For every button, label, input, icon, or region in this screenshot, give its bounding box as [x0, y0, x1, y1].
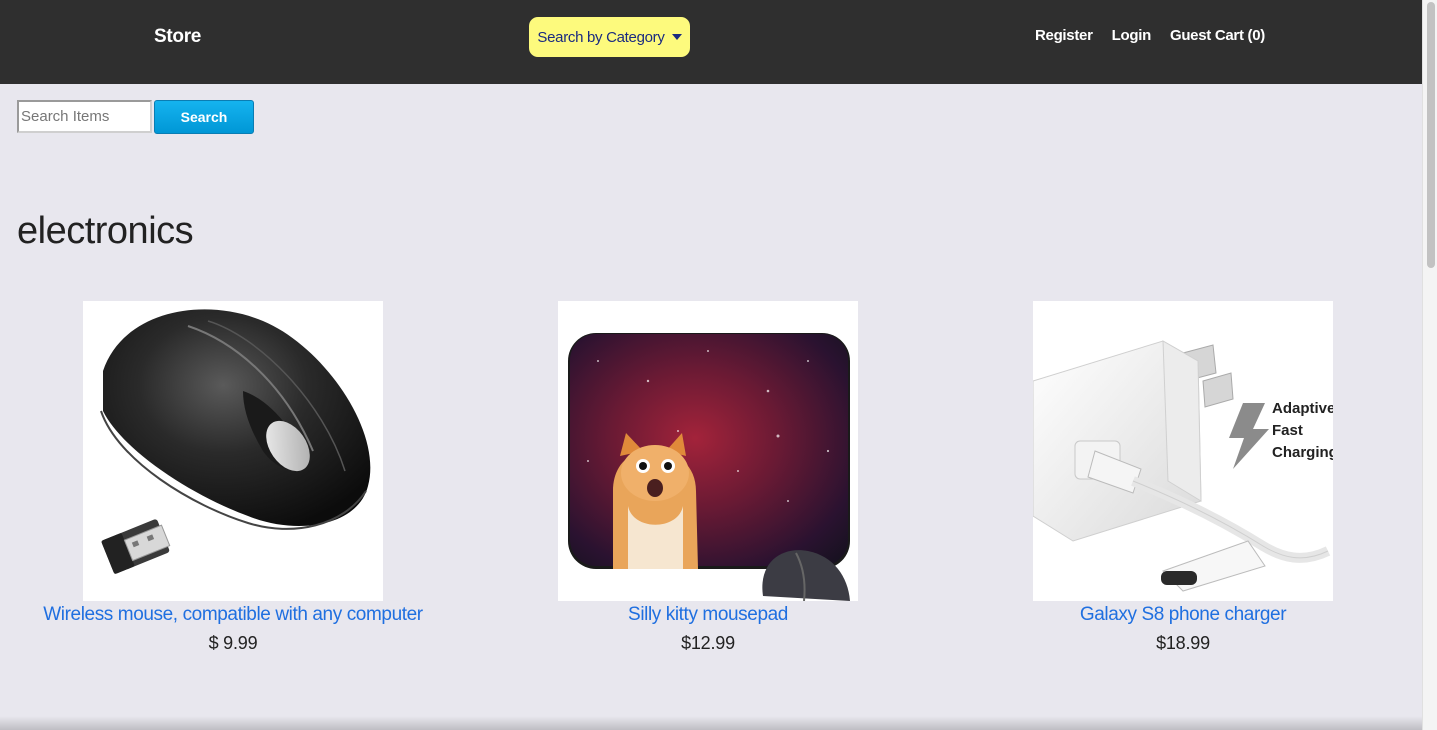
caret-down-icon — [671, 34, 682, 40]
product-card: Adaptive Fast Charging Galaxy S8 phone c… — [983, 301, 1383, 654]
search-input[interactable] — [17, 100, 152, 133]
search-button[interactable]: Search — [154, 100, 254, 134]
product-price: $12.99 — [681, 633, 735, 653]
product-price: $18.99 — [1156, 633, 1210, 653]
guest-cart-link[interactable]: Guest Cart (0) — [1170, 27, 1265, 44]
product-name-link[interactable]: Galaxy S8 phone charger — [983, 604, 1383, 626]
charger-image-text-1: Adaptive — [1272, 400, 1333, 417]
bottom-shadow — [0, 716, 1422, 730]
search-by-category-dropdown[interactable]: Search by Category — [528, 16, 691, 58]
product-price: $ 9.99 — [208, 633, 258, 653]
product-card: Wireless mouse, compatible with any comp… — [33, 301, 433, 654]
nav-links: Register Login Guest Cart (0) — [1035, 27, 1265, 44]
vertical-scrollbar[interactable] — [1422, 0, 1437, 730]
product-card: Silly kitty mousepad $12.99 — [508, 301, 908, 654]
login-link[interactable]: Login — [1112, 27, 1152, 44]
wireless-mouse-image[interactable] — [83, 301, 383, 601]
product-name-link[interactable]: Silly kitty mousepad — [508, 604, 908, 626]
product-name-link[interactable]: Wireless mouse, compatible with any comp… — [33, 604, 433, 626]
category-title: electronics — [17, 210, 194, 252]
scrollbar-thumb[interactable] — [1427, 2, 1435, 268]
cat-space-mousepad-image[interactable] — [558, 301, 858, 601]
top-navbar: Store Search by Category Register Login … — [0, 0, 1422, 84]
brand-link[interactable]: Store — [154, 26, 201, 48]
charger-image-text-3: Charging — [1272, 444, 1333, 461]
phone-charger-image[interactable]: Adaptive Fast Charging — [1033, 301, 1333, 601]
register-link[interactable]: Register — [1035, 27, 1093, 44]
category-dropdown-label: Search by Category — [537, 28, 665, 46]
charger-image-text-2: Fast — [1272, 422, 1303, 439]
